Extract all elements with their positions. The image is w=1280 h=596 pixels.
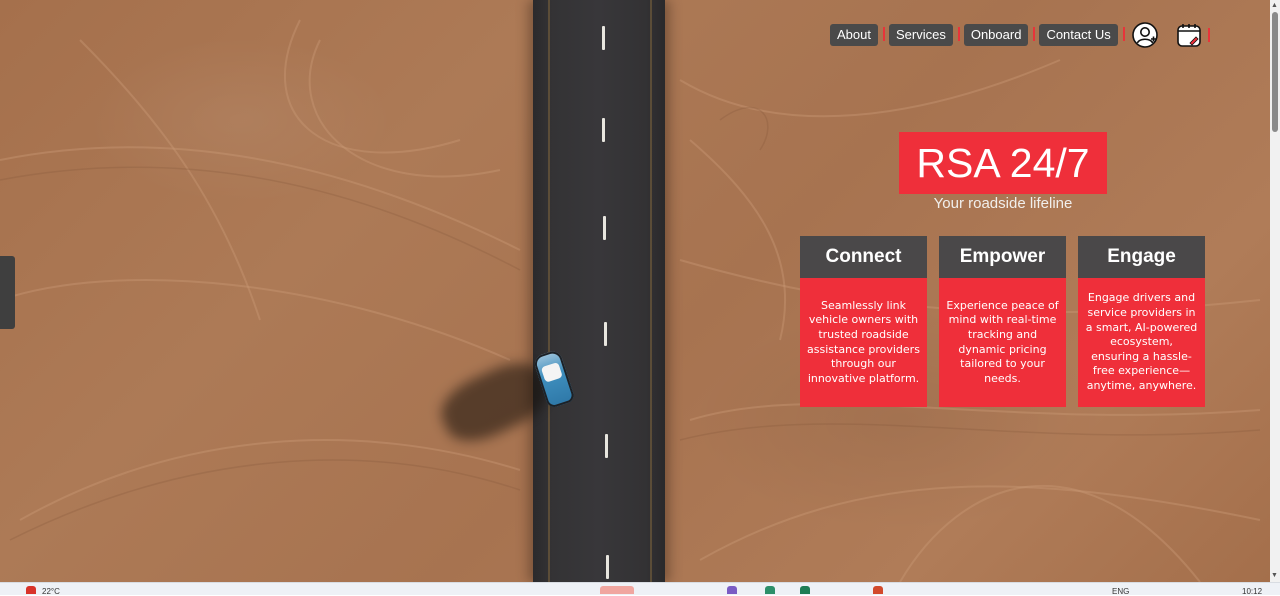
card-title: Connect [800, 236, 927, 278]
card-description: Seamlessly link vehicle owners with trus… [800, 278, 927, 407]
nav-divider [1208, 28, 1210, 42]
nav-services-link[interactable]: Services [888, 24, 960, 46]
taskbar-weather: 22°C [42, 587, 60, 596]
taskbar-app-icon[interactable] [765, 586, 775, 594]
taskbar-app-icon[interactable] [800, 586, 810, 594]
card-description: Engage drivers and service providers in … [1078, 278, 1205, 407]
os-taskbar [0, 582, 1280, 595]
lane-dash [602, 26, 605, 50]
hero-title: RSA 24/7 [899, 132, 1107, 194]
active-app-icon[interactable] [600, 586, 634, 594]
scrollbar-thumb[interactable] [1272, 12, 1278, 132]
feature-card-empower: Empower Experience peace of mind with re… [939, 236, 1066, 407]
weather-icon[interactable] [26, 586, 36, 594]
lane-dash [605, 434, 608, 458]
road-edge-right [650, 0, 652, 582]
road [533, 0, 665, 582]
road-edge-left [548, 0, 550, 582]
feature-card-connect: Connect Seamlessly link vehicle owners w… [800, 236, 927, 407]
taskbar-language[interactable]: ENG [1112, 587, 1129, 596]
nav-contact-us-link[interactable]: Contact Us [1039, 24, 1126, 46]
taskbar-app-icon[interactable] [727, 586, 737, 594]
side-drawer-tab[interactable] [0, 256, 15, 329]
scroll-down-arrow-icon[interactable]: ▼ [1271, 572, 1278, 579]
lane-dash [603, 216, 606, 240]
user-add-icon[interactable] [1131, 21, 1159, 49]
card-title: Empower [939, 236, 1066, 278]
lane-dash [606, 555, 609, 579]
taskbar-clock[interactable]: 10:12 [1242, 587, 1262, 596]
lane-dash [604, 322, 607, 346]
card-title: Engage [1078, 236, 1205, 278]
nav-onboard-link[interactable]: Onboard [963, 24, 1035, 46]
calendar-icon[interactable] [1175, 21, 1203, 49]
feature-card-engage: Engage Engage drivers and service provid… [1078, 236, 1205, 407]
hero-subtitle: Your roadside lifeline [933, 195, 1073, 212]
nav-about-link[interactable]: About [830, 24, 885, 46]
lane-dash [602, 118, 605, 142]
taskbar-app-icon[interactable] [873, 586, 883, 594]
top-navigation: About Services Onboard Contact Us [830, 21, 1217, 49]
card-description: Experience peace of mind with real-time … [939, 278, 1066, 407]
scroll-up-arrow-icon[interactable]: ▲ [1271, 2, 1278, 9]
